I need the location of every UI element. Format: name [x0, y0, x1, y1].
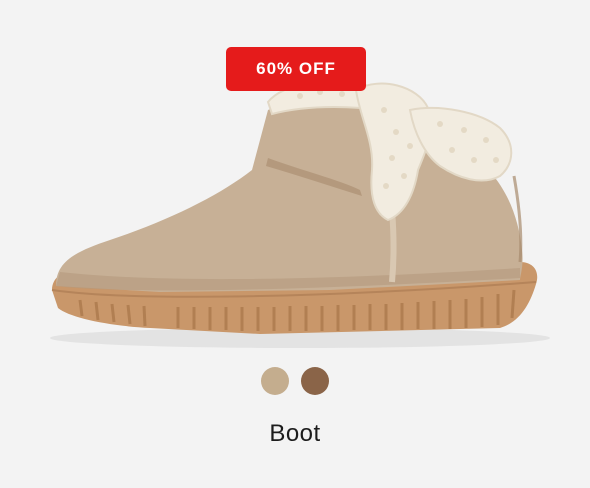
- product-card[interactable]: 60% OFF Boot: [0, 0, 590, 488]
- discount-badge-label: 60% OFF: [256, 59, 336, 78]
- discount-badge: 60% OFF: [226, 47, 366, 91]
- swatch-tan[interactable]: [261, 367, 289, 395]
- swatch-brown[interactable]: [301, 367, 329, 395]
- product-name[interactable]: Boot: [0, 420, 590, 448]
- color-swatches: [0, 367, 590, 395]
